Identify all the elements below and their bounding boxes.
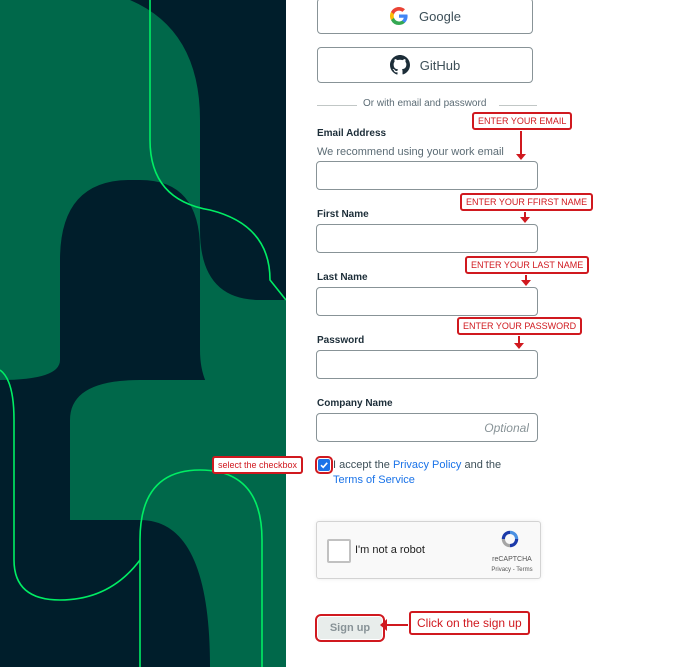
annotation-checkbox: select the checkbox <box>212 456 304 474</box>
or-divider: Or with email and password <box>317 98 537 112</box>
last-name-field[interactable] <box>316 287 538 316</box>
password-label: Password <box>317 335 365 346</box>
annotation-password: ENTER YOUR PASSWORD <box>457 317 583 335</box>
email-label: Email Address <box>317 128 387 139</box>
first-name-label: First Name <box>317 209 369 220</box>
password-field[interactable] <box>316 350 538 379</box>
recaptcha-label: I'm not a robot <box>355 544 425 556</box>
github-icon <box>389 55 410 75</box>
github-label: GitHub <box>419 57 461 73</box>
recaptcha-icon <box>501 530 519 548</box>
annotation-arrow-email <box>516 131 526 160</box>
annotation-arrow-last-name <box>521 275 531 286</box>
company-field[interactable] <box>316 413 538 442</box>
recaptcha-terms[interactable]: Privacy - Terms <box>487 567 537 573</box>
email-field[interactable] <box>316 161 538 190</box>
annotation-signup: Click on the sign up <box>409 611 530 635</box>
first-name-field[interactable] <box>316 224 538 253</box>
annotation-email: ENTER YOUR EMAIL <box>472 112 573 130</box>
google-signup-button[interactable]: Google <box>317 0 533 34</box>
terms-text: I accept the Privacy Policy and the Term… <box>333 459 502 486</box>
company-label: Company Name <box>317 398 393 409</box>
privacy-policy-link[interactable]: Privacy Policy <box>393 459 461 471</box>
annotation-first-name: ENTER YOUR FFIRST NAME <box>460 193 594 211</box>
terms-of-service-link[interactable]: Terms of Service <box>333 474 415 486</box>
recaptcha-brand: reCAPTCHA <box>492 556 532 563</box>
github-signup-button[interactable]: GitHub <box>317 47 533 83</box>
divider-text: Or with email and password <box>363 98 487 109</box>
terms-checkbox[interactable] <box>315 456 333 474</box>
recaptcha-widget: I'm not a robot reCAPTCHA Privacy - Term… <box>316 521 541 579</box>
decorative-panel <box>0 0 286 667</box>
annotation-arrow-first-name <box>520 212 530 223</box>
annotation-arrow-signup <box>380 619 408 631</box>
annotation-arrow-password <box>514 336 524 349</box>
checkmark-icon <box>320 462 328 469</box>
google-icon <box>389 6 409 26</box>
signup-button[interactable]: Sign up <box>315 614 385 642</box>
recaptcha-checkbox[interactable] <box>327 539 351 563</box>
google-label: Google <box>419 8 461 24</box>
last-name-label: Last Name <box>317 272 368 283</box>
email-hint: We recommend using your work email <box>317 146 504 158</box>
annotation-last-name: ENTER YOUR LAST NAME <box>465 256 590 274</box>
decorative-shapes <box>0 0 286 667</box>
